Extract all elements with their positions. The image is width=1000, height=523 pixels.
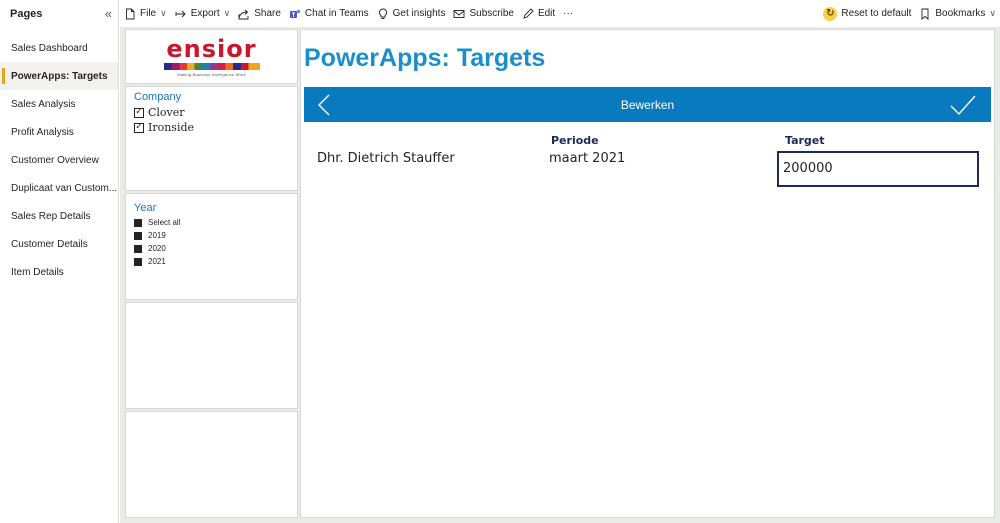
company-option-label: Clover — [148, 106, 185, 119]
edit-label: Edit — [537, 8, 556, 19]
company-option-label: Ironside — [148, 121, 195, 134]
ensior-logo: ensior — [166, 34, 257, 63]
target-input[interactable]: 200000 — [777, 151, 979, 187]
export-label: Export — [190, 8, 220, 19]
year-option-label: 2021 — [148, 257, 166, 266]
year-option-label: 2020 — [148, 244, 166, 253]
app-bar-title: Bewerken — [620, 97, 675, 112]
share-button[interactable]: Share — [234, 8, 285, 20]
reset-icon: ↻ — [823, 6, 838, 21]
page-item-powerapps-targets[interactable]: PowerApps: Targets — [0, 62, 118, 90]
empty-visual — [125, 302, 298, 409]
bookmark-icon — [921, 8, 929, 20]
subscribe-button[interactable]: Subscribe — [449, 8, 517, 20]
chevron-down-icon: ∨ — [989, 8, 996, 18]
toolbar-right: ↻ Reset to default Bookmarks ∨ — [819, 6, 1000, 21]
checkbox-checked-icon[interactable]: ✓ — [134, 107, 144, 118]
toolbar: File ∨ Export ∨ Share Chat in Teams Get … — [120, 0, 1000, 27]
export-icon — [175, 10, 186, 17]
company-option-ironside[interactable]: ✓ Ironside — [134, 120, 289, 135]
share-label: Share — [254, 8, 281, 19]
target-header: Target — [785, 134, 825, 147]
chat-in-teams-button[interactable]: Chat in Teams — [285, 8, 373, 20]
bookmarks-label: Bookmarks — [935, 8, 986, 19]
year-slicer: Year Select all 2019 2020 2021 — [125, 193, 298, 300]
chevron-left-icon[interactable] — [316, 93, 332, 117]
page-item-customer-details[interactable]: Customer Details — [0, 230, 118, 258]
app-header-bar: Bewerken — [304, 87, 991, 122]
file-label: File — [140, 8, 157, 19]
page-item-sales-rep-details[interactable]: Sales Rep Details — [0, 202, 118, 230]
checkbox-checked-icon[interactable]: ✓ — [134, 122, 144, 133]
company-slicer: Company ✓ Clover ✓ Ironside — [125, 86, 298, 191]
checkmark-icon[interactable] — [949, 93, 977, 117]
year-option-2019[interactable]: 2019 — [134, 229, 289, 242]
pages-header: Pages « — [0, 0, 118, 27]
file-menu[interactable]: File ∨ — [120, 8, 171, 20]
file-icon — [126, 8, 135, 19]
logo-stripes — [163, 62, 260, 70]
year-option-select-all[interactable]: Select all — [134, 216, 289, 229]
report-canvas: ensior Making Business Intelligence Work… — [120, 27, 1000, 523]
pages-title: Pages — [10, 7, 43, 20]
pencil-icon — [523, 7, 534, 19]
employee-name: Dhr. Dietrich Stauffer — [317, 151, 455, 166]
company-slicer-title: Company — [134, 91, 182, 103]
collapse-pages-icon[interactable]: « — [105, 7, 112, 20]
chat-in-teams-label: Chat in Teams — [304, 8, 369, 19]
page-item-item-details[interactable]: Item Details — [0, 258, 118, 286]
edit-button[interactable]: Edit — [518, 7, 559, 20]
chevron-down-icon: ∨ — [223, 8, 231, 18]
checkbox-filled-icon[interactable] — [134, 257, 142, 266]
company-option-clover[interactable]: ✓ Clover — [134, 105, 289, 120]
page-item-customer-overview[interactable]: Customer Overview — [0, 146, 118, 174]
powerapps-visual: PowerApps: Targets Bewerken Dhr. Dietric… — [300, 29, 995, 518]
pages-pane: Pages « Sales Dashboard PowerApps: Targe… — [0, 0, 119, 523]
more-label: ··· — [563, 8, 574, 19]
reset-to-default-button[interactable]: ↻ Reset to default — [819, 6, 915, 21]
page-item-sales-analysis[interactable]: Sales Analysis — [0, 90, 118, 118]
year-option-label: 2019 — [148, 231, 166, 240]
page-list: Sales Dashboard PowerApps: Targets Sales… — [0, 34, 118, 286]
page-item-duplicaat-customer[interactable]: Duplicaat van Custom... — [0, 174, 118, 202]
share-icon — [238, 9, 249, 19]
more-options-button[interactable]: ··· — [559, 8, 577, 19]
get-insights-button[interactable]: Get insights — [373, 8, 450, 20]
page-item-sales-dashboard[interactable]: Sales Dashboard — [0, 34, 118, 62]
periode-header: Periode — [551, 134, 599, 147]
logo-card: ensior Making Business Intelligence Work — [125, 29, 298, 84]
checkbox-filled-icon[interactable] — [134, 231, 142, 240]
subscribe-label: Subscribe — [469, 8, 514, 19]
page-item-profit-analysis[interactable]: Profit Analysis — [0, 118, 118, 146]
get-insights-label: Get insights — [392, 8, 446, 19]
teams-icon — [289, 9, 301, 18]
logo-tagline: Making Business Intelligence Work — [177, 71, 246, 77]
periode-value: maart 2021 — [549, 151, 626, 166]
year-option-2020[interactable]: 2020 — [134, 242, 289, 255]
year-option-2021[interactable]: 2021 — [134, 255, 289, 268]
page-title: PowerApps: Targets — [304, 44, 546, 72]
mail-icon — [454, 9, 465, 18]
reset-label: Reset to default — [841, 8, 912, 19]
chevron-down-icon: ∨ — [160, 8, 167, 18]
bookmarks-menu[interactable]: Bookmarks ∨ — [915, 8, 1000, 20]
year-slicer-title: Year — [134, 202, 157, 214]
lightbulb-icon — [378, 8, 387, 19]
export-menu[interactable]: Export ∨ — [171, 8, 235, 20]
checkbox-filled-icon[interactable] — [134, 244, 142, 253]
checkbox-filled-icon[interactable] — [134, 218, 142, 227]
year-option-label: Select all — [148, 218, 181, 227]
empty-visual — [125, 411, 298, 518]
